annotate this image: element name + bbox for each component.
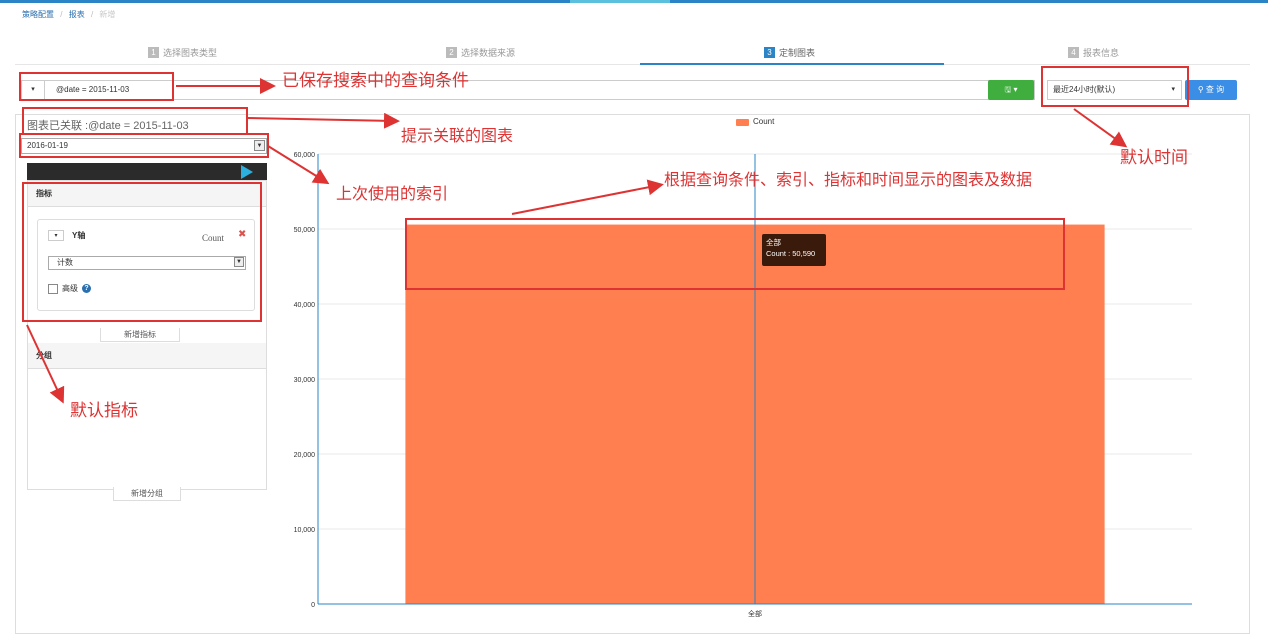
annotation-default-metric: 默认指标 bbox=[70, 401, 138, 421]
annotation-arrows bbox=[26, 78, 1128, 404]
arrow-index bbox=[267, 145, 330, 185]
annotation-last-index: 上次使用的索引 bbox=[336, 184, 449, 203]
annotation-saved-query: 已保存搜索中的查询条件 bbox=[282, 71, 469, 91]
arrow-metric bbox=[26, 324, 65, 404]
arrow-chart bbox=[511, 179, 664, 215]
arrow-time bbox=[1073, 108, 1128, 148]
annotation-default-time: 默认时间 bbox=[1120, 148, 1188, 168]
arrow-linked bbox=[247, 112, 400, 129]
annotation-linked-chart: 提示关联的图表 bbox=[401, 126, 514, 145]
annotation-chart-desc: 根据查询条件、索引、指标和时间显示的图表及数据 bbox=[664, 170, 1033, 189]
